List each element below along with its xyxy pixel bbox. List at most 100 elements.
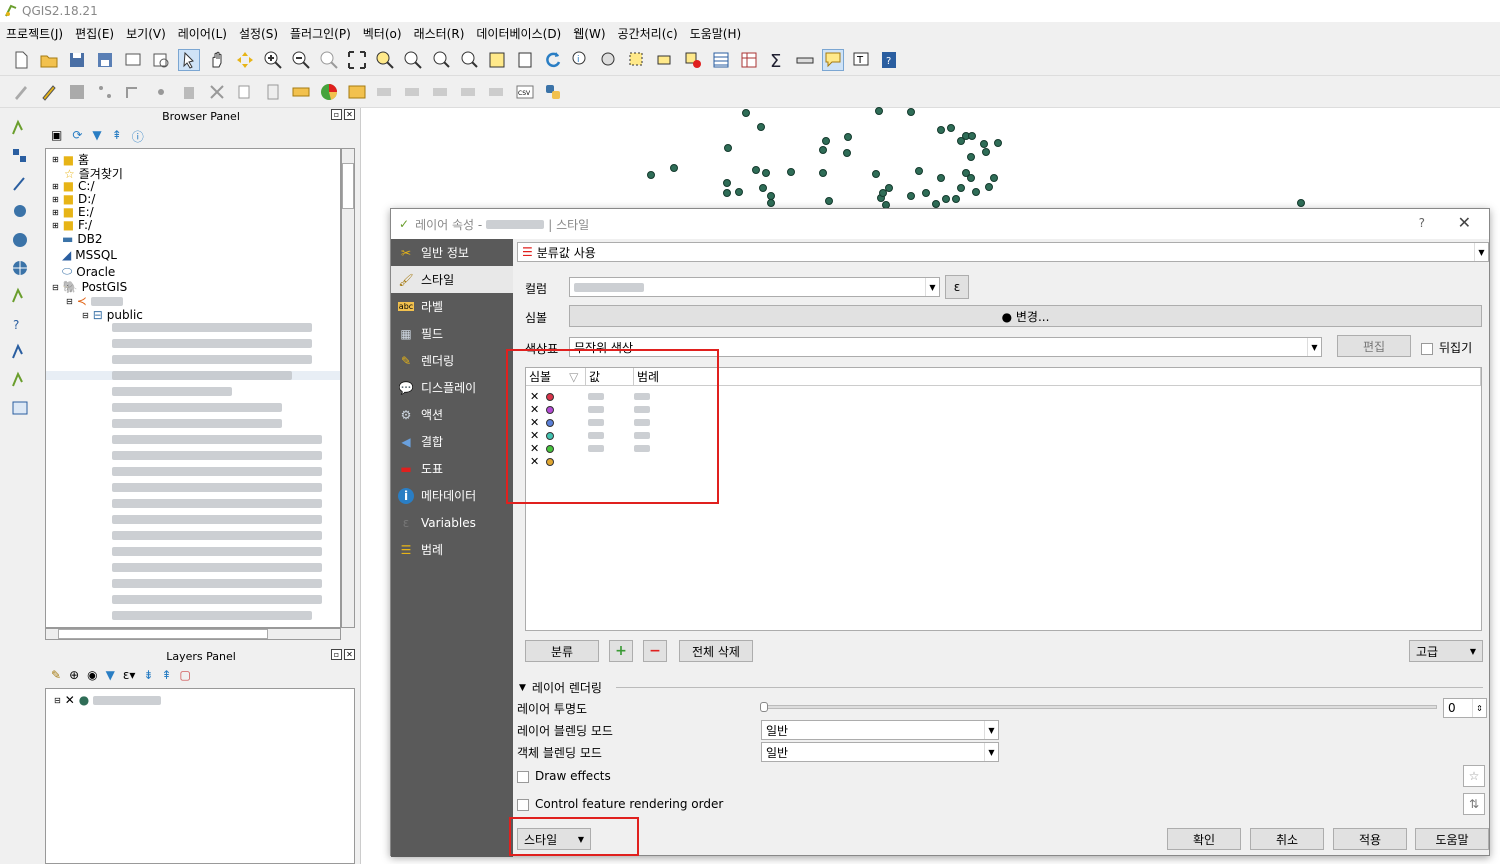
identify-icon[interactable]: i — [570, 49, 592, 71]
filter-expression-icon[interactable]: ε▾ — [123, 668, 136, 682]
pan-to-selection-icon[interactable] — [234, 49, 256, 71]
spin-arrows-icon[interactable]: ⇕ — [1472, 699, 1486, 717]
classify-button[interactable]: 분류 — [525, 640, 599, 662]
add-vector-layer-icon[interactable] — [7, 116, 33, 140]
menu-database[interactable]: 데이터베이스(D) — [476, 25, 561, 42]
label-pin-icon[interactable] — [346, 81, 368, 103]
sidebar-item-actions[interactable]: ⚙ 액션 — [391, 401, 513, 428]
tree-item-public[interactable]: ⊟ ⊟ public — [82, 308, 143, 322]
add-virtual-layer-icon[interactable] — [7, 340, 33, 364]
zoom-layer-icon[interactable] — [402, 49, 424, 71]
remove-category-button[interactable]: − — [643, 640, 667, 662]
cut-features-icon[interactable] — [206, 81, 228, 103]
open-project-icon[interactable] — [38, 49, 60, 71]
text-annotation-icon[interactable]: T — [850, 49, 872, 71]
sidebar-item-joins[interactable]: ◀ 결합 — [391, 428, 513, 455]
print-composer-icon[interactable] — [122, 49, 144, 71]
deselect-all-icon[interactable] — [682, 49, 704, 71]
tree-table-item[interactable] — [112, 387, 232, 396]
tree-table-item[interactable] — [112, 355, 312, 364]
diagram-pie-icon[interactable] — [318, 81, 340, 103]
save-as-icon[interactable] — [94, 49, 116, 71]
label-rotate-icon[interactable] — [402, 81, 424, 103]
add-postgis-layer-icon[interactable] — [7, 172, 33, 196]
sidebar-item-display[interactable]: 💬 디스플레이 — [391, 374, 513, 401]
zoom-next-icon[interactable] — [458, 49, 480, 71]
new-map-view-icon[interactable] — [486, 49, 508, 71]
renderer-type-select[interactable]: ☰ 분류값 사용 ▼ — [517, 242, 1489, 262]
node-tool-icon[interactable] — [150, 81, 172, 103]
label-change-icon[interactable] — [430, 81, 452, 103]
python-console-icon[interactable] — [542, 81, 564, 103]
control-order-checkbox[interactable]: Control feature rendering order — [517, 797, 723, 811]
new-annotation-layer-icon[interactable] — [7, 396, 33, 420]
manage-visibility-icon[interactable]: ◉ — [87, 668, 97, 682]
paste-features-icon[interactable] — [262, 81, 284, 103]
cancel-button[interactable]: 취소 — [1250, 828, 1324, 850]
add-raster-layer-icon[interactable] — [7, 144, 33, 168]
tree-table-item[interactable] — [112, 563, 322, 572]
expression-button[interactable]: ε — [945, 275, 969, 299]
draw-effects-checkbox[interactable]: Draw effects — [517, 769, 611, 783]
tree-table-item[interactable] — [112, 515, 322, 524]
filter-icon[interactable]: ▼ — [92, 128, 101, 145]
add-group-icon[interactable]: ⊕ — [69, 668, 79, 682]
add-wcs-icon[interactable] — [7, 256, 33, 280]
label-abc-icon[interactable] — [290, 81, 312, 103]
remove-layer-icon[interactable]: ▢ — [179, 668, 190, 682]
label-move-icon[interactable] — [374, 81, 396, 103]
toggle-editing-icon[interactable] — [38, 81, 60, 103]
dialog-help-button[interactable]: ? — [1419, 216, 1425, 230]
tree-table-item[interactable] — [112, 435, 322, 444]
hand-pan-icon[interactable] — [206, 49, 228, 71]
layer-blend-select[interactable]: 일반 ▼ — [761, 720, 999, 740]
sidebar-item-fields[interactable]: ▦ 필드 — [391, 320, 513, 347]
invert-checkbox[interactable]: 뒤집기 — [1421, 339, 1472, 356]
advanced-button[interactable]: 고급 ▼ — [1409, 640, 1483, 662]
close-panel-button[interactable]: ✕ — [344, 109, 355, 120]
label-property-icon[interactable] — [486, 81, 508, 103]
help-contents-icon[interactable]: ? — [878, 49, 900, 71]
dialog-close-button[interactable]: ✕ — [1458, 213, 1471, 232]
style-brush-icon[interactable]: ✎ — [51, 668, 61, 682]
tree-table-item[interactable] — [112, 339, 312, 348]
refresh-browser-icon[interactable]: ⟳ — [72, 128, 82, 145]
edit-ramp-button[interactable]: 편집 — [1337, 335, 1411, 357]
sidebar-item-style[interactable]: 🖌 스타일 — [391, 266, 513, 293]
field-calculator-icon[interactable] — [738, 49, 760, 71]
select-features-icon[interactable] — [626, 49, 648, 71]
sidebar-item-rendering[interactable]: ✎ 렌더링 — [391, 347, 513, 374]
tree-item-postgis[interactable]: ⊟ 🐘 PostGIS — [52, 280, 127, 294]
opacity-spinbox[interactable]: 0 ⇕ — [1443, 698, 1487, 718]
select-by-value-icon[interactable] — [654, 49, 676, 71]
refresh-icon[interactable] — [542, 49, 564, 71]
tree-table-item[interactable] — [112, 547, 322, 556]
move-feature-icon[interactable] — [122, 81, 144, 103]
ok-button[interactable]: 확인 — [1167, 828, 1241, 850]
order-by-button[interactable]: ⇅ — [1463, 793, 1485, 815]
browser-tree[interactable]: ⊞ ■ 홈 ☆ 즐겨찾기 ⊞ ■ C:/ ⊞ ■ D:/ ⊞ ■ E:/ ⊞ ■ F:/ ▬ DB2 ◢… — [45, 148, 341, 628]
menu-view[interactable]: 보기(V) — [126, 25, 166, 42]
zoom-native-icon[interactable] — [318, 49, 340, 71]
tree-table-item[interactable] — [112, 595, 322, 604]
label-show-hide-icon[interactable] — [458, 81, 480, 103]
menu-plugins[interactable]: 플러그인(P) — [290, 25, 351, 42]
filter-legend-icon[interactable]: ▼ — [106, 668, 115, 682]
add-wfs-icon[interactable] — [7, 284, 33, 308]
tree-item-connection[interactable]: ⊟ ≺ — [66, 294, 123, 308]
tree-table-item[interactable] — [112, 579, 322, 588]
tree-table-item[interactable] — [112, 499, 322, 508]
measure-icon[interactable] — [794, 49, 816, 71]
tree-item-oracle[interactable]: ⬭ Oracle — [62, 264, 115, 279]
tree-item-db2[interactable]: ▬ DB2 — [62, 232, 102, 246]
menu-processing[interactable]: 공간처리(c) — [618, 25, 678, 42]
layers-tree[interactable]: ⊟ ✕ ● — [45, 688, 355, 864]
sidebar-item-variables[interactable]: ε Variables — [391, 509, 513, 536]
collapse-all-layers-icon[interactable]: ⇞ — [161, 668, 171, 682]
opacity-slider[interactable] — [760, 702, 1437, 712]
statistics-sigma-icon[interactable]: Σ — [766, 49, 788, 71]
column-select[interactable]: ▼ — [569, 277, 940, 297]
current-edits-icon[interactable] — [10, 81, 32, 103]
sidebar-item-legend[interactable]: ☰ 범례 — [391, 536, 513, 563]
effects-star-button[interactable]: ☆ — [1463, 765, 1485, 787]
